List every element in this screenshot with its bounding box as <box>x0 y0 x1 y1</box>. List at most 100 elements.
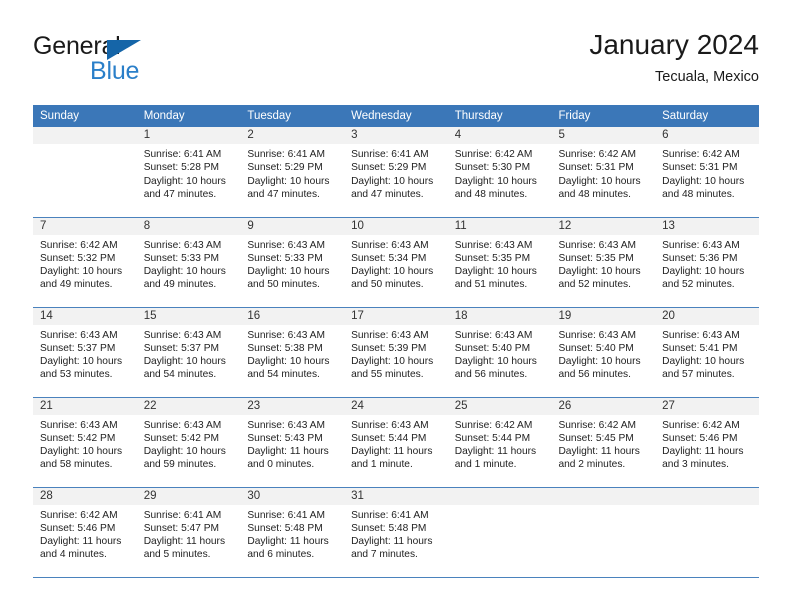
daylight-line-2: and 52 minutes. <box>662 279 735 291</box>
calendar-day-cell-21[interactable]: 21 Sunrise: 6:43 AM Sunset: 5:42 PM Dayligh… <box>33 397 137 488</box>
day-details: Sunrise: 6:43 AM Sunset: 5:41 PM Daylight:… <box>655 325 759 382</box>
calendar-day-cell-3[interactable]: 3 Sunrise: 6:41 AM Sunset: 5:29 PM Daylight… <box>344 127 448 218</box>
daylight-line-2: and 54 minutes. <box>143 369 217 381</box>
daylight-line-2: and 50 minutes. <box>351 279 424 291</box>
calendar-day-cell-12[interactable]: 12 Sunrise: 6:43 AM Sunset: 5:35 PM Dayligh… <box>551 217 656 308</box>
calendar-page: General Blue January 2024 Tecuala, Mexic… <box>0 0 792 612</box>
sunset-line: Sunset: 5:33 PM <box>247 252 323 264</box>
sunrise-line: Sunrise: 6:43 AM <box>454 239 533 251</box>
day-number <box>447 487 552 505</box>
calendar-day-cell-8[interactable]: 8 Sunrise: 6:43 AM Sunset: 5:33 PM Daylight… <box>136 217 241 308</box>
calendar-day-cell-25[interactable]: 25 Sunrise: 6:42 AM Sunset: 5:44 PM Dayligh… <box>447 397 552 488</box>
calendar-day-cell-27[interactable]: 27 Sunrise: 6:42 AM Sunset: 5:46 PM Dayligh… <box>655 397 759 488</box>
daylight-line: Daylight: 10 hours <box>40 446 123 458</box>
calendar-day-cell-15[interactable]: 15 Sunrise: 6:43 AM Sunset: 5:37 PM Dayligh… <box>136 307 241 398</box>
daylight-line: Daylight: 10 hours <box>662 175 745 187</box>
day-details: Sunrise: 6:43 AM Sunset: 5:42 PM Daylight:… <box>137 415 241 472</box>
daylight-line: Daylight: 11 hours <box>351 536 433 548</box>
daylight-line-2: and 47 minutes. <box>143 188 217 200</box>
sunrise-line: Sunrise: 6:42 AM <box>40 509 118 521</box>
sunrise-line: Sunrise: 6:43 AM <box>662 239 740 251</box>
day-details: Sunrise: 6:42 AM Sunset: 5:46 PM Daylight:… <box>655 415 759 472</box>
sunset-line: Sunset: 5:35 PM <box>454 252 531 264</box>
sunset-line: Sunset: 5:30 PM <box>454 162 531 174</box>
day-number: 5 <box>551 127 656 144</box>
daylight-line: Daylight: 11 hours <box>351 446 433 458</box>
sunset-line: Sunset: 5:35 PM <box>558 252 634 264</box>
calendar-day-cell-7[interactable]: 7 Sunrise: 6:42 AM Sunset: 5:32 PM Daylight… <box>33 217 137 308</box>
day-details: Sunrise: 6:43 AM Sunset: 5:38 PM Daylight:… <box>240 325 344 382</box>
sunset-line: Sunset: 5:37 PM <box>40 342 116 354</box>
sunset-line: Sunset: 5:42 PM <box>143 432 220 444</box>
weekday-header-row: Sunday Monday Tuesday Wednesday Thursday… <box>33 105 759 127</box>
calendar-day-cell-28[interactable]: 28 Sunrise: 6:42 AM Sunset: 5:46 PM Dayligh… <box>33 487 137 578</box>
calendar-day-cell-6[interactable]: 6 Sunrise: 6:42 AM Sunset: 5:31 PM Daylight… <box>655 127 759 218</box>
calendar-day-cell-31[interactable]: 31 Sunrise: 6:41 AM Sunset: 5:48 PM Dayligh… <box>344 487 448 578</box>
daylight-line: Daylight: 11 hours <box>40 536 122 548</box>
day-details: Sunrise: 6:43 AM Sunset: 5:36 PM Daylight:… <box>655 235 759 292</box>
daylight-line-2: and 59 minutes. <box>143 459 217 471</box>
calendar-day-cell-23[interactable]: 23 Sunrise: 6:43 AM Sunset: 5:43 PM Dayligh… <box>240 397 345 488</box>
sunset-line: Sunset: 5:48 PM <box>247 522 323 534</box>
day-details: Sunrise: 6:43 AM Sunset: 5:43 PM Daylight:… <box>240 415 344 472</box>
day-details: Sunrise: 6:43 AM Sunset: 5:33 PM Daylight:… <box>137 235 241 292</box>
calendar-day-cell-1[interactable]: 1 Sunrise: 6:41 AM Sunset: 5:28 PM Daylight… <box>136 127 241 218</box>
calendar-day-cell-26[interactable]: 26 Sunrise: 6:42 AM Sunset: 5:45 PM Dayligh… <box>551 397 656 488</box>
calendar-day-cell-4[interactable]: 4 Sunrise: 6:42 AM Sunset: 5:30 PM Daylight… <box>447 127 552 218</box>
daylight-line: Daylight: 11 hours <box>558 446 640 458</box>
day-details: Sunrise: 6:41 AM Sunset: 5:29 PM Daylight:… <box>344 144 448 201</box>
day-details: Sunrise: 6:43 AM Sunset: 5:40 PM Daylight:… <box>448 325 552 382</box>
sunrise-line: Sunrise: 6:42 AM <box>558 149 637 160</box>
sunrise-line: Sunrise: 6:41 AM <box>143 509 222 521</box>
calendar-day-cell-16[interactable]: 16 Sunrise: 6:43 AM Sunset: 5:38 PM Dayligh… <box>240 307 345 398</box>
day-details: Sunrise: 6:41 AM Sunset: 5:29 PM Daylight:… <box>240 144 344 201</box>
day-details: Sunrise: 6:42 AM Sunset: 5:32 PM Daylight:… <box>33 235 137 292</box>
calendar-empty-cell <box>33 127 137 218</box>
daylight-line-2: and 2 minutes. <box>558 459 626 471</box>
day-number: 15 <box>136 307 241 325</box>
day-details: Sunrise: 6:43 AM Sunset: 5:37 PM Daylight:… <box>33 325 137 382</box>
sunset-line: Sunset: 5:34 PM <box>351 252 427 264</box>
sunrise-line: Sunrise: 6:43 AM <box>247 419 325 431</box>
daylight-line: Daylight: 10 hours <box>143 175 226 187</box>
calendar-day-cell-30[interactable]: 30 Sunrise: 6:41 AM Sunset: 5:48 PM Dayligh… <box>240 487 345 578</box>
sunset-line: Sunset: 5:36 PM <box>662 252 738 264</box>
day-details: Sunrise: 6:43 AM Sunset: 5:37 PM Daylight:… <box>137 325 241 382</box>
sunrise-line: Sunrise: 6:42 AM <box>558 419 637 431</box>
day-number: 20 <box>655 307 759 325</box>
calendar-day-cell-22[interactable]: 22 Sunrise: 6:43 AM Sunset: 5:42 PM Dayligh… <box>136 397 241 488</box>
calendar-day-cell-11[interactable]: 11 Sunrise: 6:43 AM Sunset: 5:35 PM Dayligh… <box>447 217 552 308</box>
day-number: 25 <box>447 397 552 415</box>
sunset-line: Sunset: 5:37 PM <box>143 342 220 354</box>
sunset-line: Sunset: 5:48 PM <box>351 522 427 534</box>
daylight-line-2: and 47 minutes. <box>247 188 320 200</box>
sunset-line: Sunset: 5:33 PM <box>143 252 220 264</box>
calendar-day-cell-29[interactable]: 29 Sunrise: 6:41 AM Sunset: 5:47 PM Dayligh… <box>136 487 241 578</box>
calendar-day-cell-13[interactable]: 13 Sunrise: 6:43 AM Sunset: 5:36 PM Dayligh… <box>655 217 759 308</box>
calendar-day-cell-10[interactable]: 10 Sunrise: 6:43 AM Sunset: 5:34 PM Dayligh… <box>344 217 448 308</box>
sunset-line: Sunset: 5:46 PM <box>662 432 738 444</box>
day-details: Sunrise: 6:43 AM Sunset: 5:35 PM Daylight:… <box>551 235 655 292</box>
calendar-day-cell-14[interactable]: 14 Sunrise: 6:43 AM Sunset: 5:37 PM Dayligh… <box>33 307 137 398</box>
calendar-day-cell-18[interactable]: 18 Sunrise: 6:43 AM Sunset: 5:40 PM Dayligh… <box>447 307 552 398</box>
daylight-line-2: and 7 minutes. <box>351 549 418 561</box>
day-number: 10 <box>344 217 448 235</box>
sunrise-line: Sunrise: 6:42 AM <box>662 419 740 431</box>
general-blue-logo[interactable]: General Blue <box>33 32 233 92</box>
sunset-line: Sunset: 5:29 PM <box>351 162 427 174</box>
calendar-day-cell-9[interactable]: 9 Sunrise: 6:43 AM Sunset: 5:33 PM Daylight… <box>240 217 345 308</box>
daylight-line: Daylight: 11 hours <box>247 536 329 548</box>
daylight-line-2: and 54 minutes. <box>247 369 320 381</box>
daylight-line: Daylight: 11 hours <box>143 536 226 548</box>
calendar-day-cell-5[interactable]: 5 Sunrise: 6:42 AM Sunset: 5:31 PM Daylight… <box>551 127 656 218</box>
calendar-day-cell-20[interactable]: 20 Sunrise: 6:43 AM Sunset: 5:41 PM Dayligh… <box>655 307 759 398</box>
day-number: 4 <box>447 127 552 144</box>
day-details: Sunrise: 6:41 AM Sunset: 5:28 PM Daylight:… <box>137 144 241 201</box>
calendar-week-row: 28 Sunrise: 6:42 AM Sunset: 5:46 PM Dayligh… <box>33 487 759 578</box>
calendar-day-cell-24[interactable]: 24 Sunrise: 6:43 AM Sunset: 5:44 PM Dayligh… <box>344 397 448 488</box>
calendar-day-cell-2[interactable]: 2 Sunrise: 6:41 AM Sunset: 5:29 PM Daylight… <box>240 127 345 218</box>
sunset-line: Sunset: 5:32 PM <box>40 252 116 264</box>
calendar-day-cell-17[interactable]: 17 Sunrise: 6:43 AM Sunset: 5:39 PM Dayligh… <box>344 307 448 398</box>
page-title: January 2024 <box>589 29 759 60</box>
calendar-day-cell-19[interactable]: 19 Sunrise: 6:43 AM Sunset: 5:40 PM Dayligh… <box>551 307 656 398</box>
